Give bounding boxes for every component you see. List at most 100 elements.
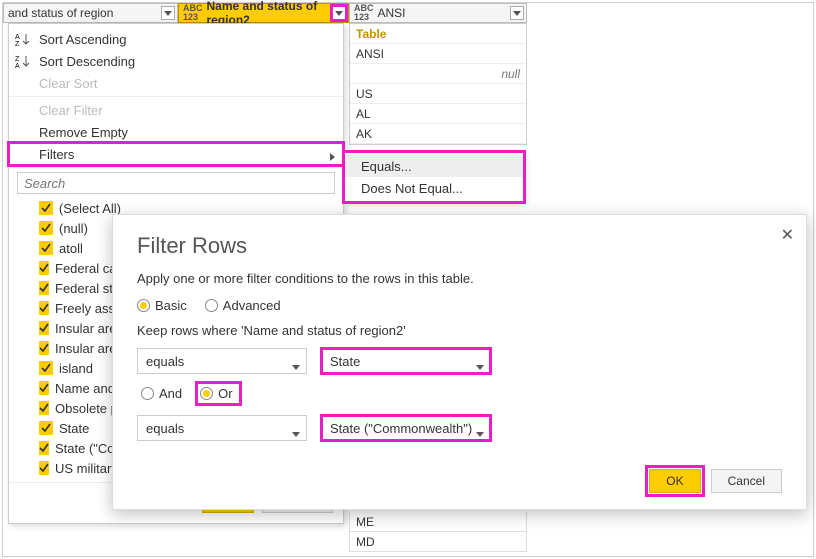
checkbox-icon [39,421,53,435]
filter-value-row[interactable]: Name and status of region2 [9,378,121,398]
filter-value-label: (null) [59,221,88,236]
dialog-title: Filter Rows [137,233,782,259]
does-not-equal-label: Does Not Equal... [361,181,463,196]
column-header-3[interactable]: ABC123 ANSI [349,3,527,23]
operator-2-combo[interactable]: equals [137,415,307,441]
sort-asc-icon: AZ [15,31,31,47]
svg-text:A: A [15,63,20,69]
checkbox-icon [39,341,49,355]
filter-value-row[interactable]: (null) [9,218,121,238]
dialog-ok-button[interactable]: OK [649,469,700,493]
or-radio[interactable]: Or [198,384,238,403]
preview-row[interactable]: null [350,64,526,84]
checkbox-icon [39,201,53,215]
checkbox-icon [39,281,49,295]
filter-value-row[interactable]: State ("Commonwealth") [9,438,121,458]
checkbox-icon [39,321,49,335]
svg-text:Z: Z [15,41,20,47]
filter-search-input[interactable] [17,172,335,194]
checkbox-icon [39,461,49,475]
filter-value-row[interactable]: Federal capital [9,258,121,278]
chevron-down-icon [476,358,484,373]
sort-desc-icon: ZA [15,53,31,69]
equals-label: Equals... [361,159,412,174]
column-2-dropdown-icon[interactable] [332,6,346,20]
close-icon[interactable]: ✕ [781,225,794,245]
clear-sort-item: Clear Sort [9,72,343,94]
preview-row[interactable]: AK [350,124,526,144]
remove-empty-label: Remove Empty [39,125,128,140]
and-radio-label: And [159,386,182,401]
clear-filter-label: Clear Filter [39,103,103,118]
radio-icon [137,299,150,312]
checkbox-icon [39,301,49,315]
keep-rows-label: Keep rows where 'Name and status of regi… [137,323,782,338]
type-icon: ABC123 [183,4,203,22]
preview-row[interactable]: ME [349,512,527,532]
column-header-1-label: and status of region [8,6,113,20]
does-not-equal-item[interactable]: Does Not Equal... [345,177,523,199]
checkbox-icon [39,221,53,235]
filter-value-row[interactable]: Insular area (Commonwealth) [9,318,121,338]
filter-value-row[interactable]: (Select All) [9,198,121,218]
column-1-dropdown-icon[interactable] [161,6,175,20]
filters-item[interactable]: Filters [9,143,343,165]
svg-text:Z: Z [15,56,20,63]
filter-value-row[interactable]: Insular area (Territory) [9,338,121,358]
filter-value-row[interactable]: atoll [9,238,121,258]
column-header-3-label: ANSI [378,6,406,20]
clear-filter-item: Clear Filter [9,99,343,121]
sort-descending-item[interactable]: ZA Sort Descending [9,50,343,72]
equals-item[interactable]: Equals... [345,155,523,177]
column-3-dropdown-icon[interactable] [510,6,524,20]
basic-radio[interactable]: Basic [137,298,187,313]
column-header-1[interactable]: and status of region [3,3,178,23]
operator-2-value: equals [146,421,184,436]
column-headers: and status of region ABC123 Name and sta… [3,3,527,23]
column-header-2[interactable]: ABC123 Name and status of region2 [178,3,349,23]
logic-radios: And Or [141,384,782,403]
checkbox-icon [39,401,49,415]
value-2-value: State ("Commonwealth") [330,421,472,436]
filter-rows-dialog: ✕ Filter Rows Apply one or more filter c… [112,214,807,510]
filter-value-label: atoll [59,241,83,256]
filter-value-label: island [59,361,93,376]
preview-row[interactable]: ANSI [350,44,526,64]
advanced-radio[interactable]: Advanced [205,298,281,313]
sort-ascending-label: Sort Ascending [39,32,126,47]
preview-row[interactable]: US [350,84,526,104]
checkbox-icon [39,241,53,255]
filter-value-row[interactable]: island [9,358,121,378]
filter-value-label: State [59,421,89,436]
column-3-preview-list: Table ANSI null US AL AK [349,23,527,145]
remove-empty-item[interactable]: Remove Empty [9,121,343,143]
and-radio[interactable]: And [141,386,182,401]
operator-1-value: equals [146,354,184,369]
value-1-combo[interactable]: State [321,348,491,374]
chevron-down-icon [292,425,300,440]
chevron-down-icon [476,425,484,440]
advanced-radio-label: Advanced [223,298,281,313]
operator-1-combo[interactable]: equals [137,348,307,374]
sort-ascending-item[interactable]: AZ Sort Ascending [9,28,343,50]
dialog-cancel-button[interactable]: Cancel [711,469,782,493]
filter-value-row[interactable]: State [9,418,121,438]
value-2-combo[interactable]: State ("Commonwealth") [321,415,491,441]
checkbox-icon [39,261,49,275]
clear-sort-label: Clear Sort [39,76,98,91]
preview-row[interactable]: AL [350,104,526,124]
ok-label: OK [666,474,683,488]
preview-header: Table [350,24,526,44]
sort-descending-label: Sort Descending [39,54,135,69]
filter-value-row[interactable]: Obsolete postal code [9,398,121,418]
filter-value-row[interactable]: Freely associated state [9,298,121,318]
preview-row[interactable]: MD [349,532,527,552]
filter-value-row[interactable]: US military base [9,458,121,478]
value-1-value: State [330,354,360,369]
radio-icon [141,387,154,400]
filter-value-row[interactable]: Federal state [9,278,121,298]
filter-search[interactable] [17,172,335,194]
type-icon: ABC123 [354,4,374,22]
dialog-buttons: OK Cancel [649,469,782,493]
filters-submenu: Equals... Does Not Equal... [344,152,524,202]
